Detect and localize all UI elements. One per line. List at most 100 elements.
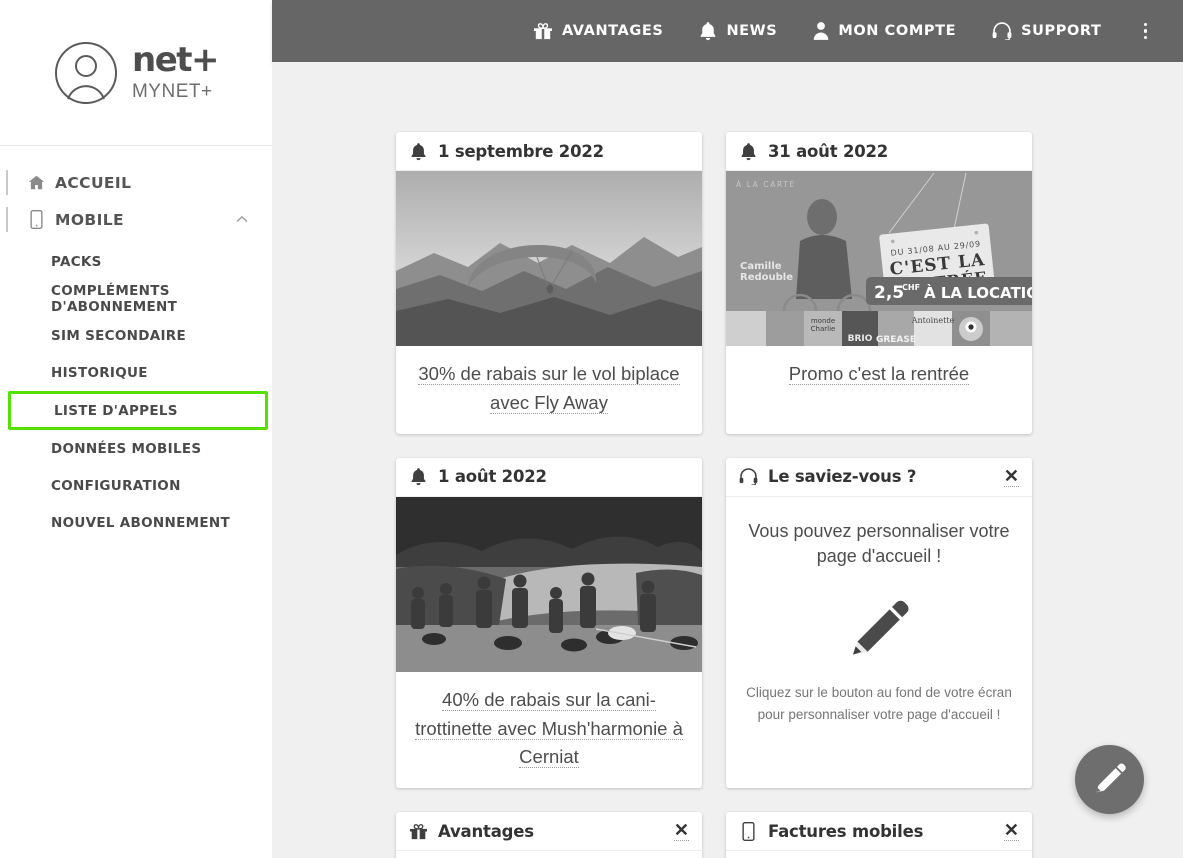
sidebar-item-liste-dappels[interactable]: LISTE D'APPELS [8, 391, 268, 430]
tip-note-text: Cliquez sur le bouton au fond de votre é… [746, 682, 1012, 726]
card-header: Avantages ✕ [396, 812, 702, 851]
header-item-mon-compte[interactable]: MON COMPTE [813, 21, 956, 41]
sidebar-label-mobile: MOBILE [55, 211, 124, 229]
card-header: 1 septembre 2022 [396, 132, 702, 171]
svg-text:À LA LOCATION: À LA LOCATION [924, 283, 1032, 302]
card-body-tip: Vous pouvez personnaliser votre page d'a… [726, 497, 1032, 746]
svg-text:Camille: Camille [740, 261, 782, 272]
bell-icon [699, 21, 717, 41]
card-news-31-aout[interactable]: 31 août 2022 À LA CARTE [726, 132, 1032, 434]
sidebar-label-historique: HISTORIQUE [51, 365, 148, 381]
cards-grid: 1 septembre 2022 [272, 62, 1032, 858]
card-news-1-septembre[interactable]: 1 septembre 2022 [396, 132, 702, 434]
sidebar-label-nouvel-abonnement: NOUVEL ABONNEMENT [51, 515, 230, 531]
sidebar-label-liste-dappels: LISTE D'APPELS [54, 403, 178, 419]
mobile-icon [739, 822, 758, 841]
close-icon[interactable]: ✕ [674, 821, 689, 841]
card-link-news-3[interactable]: 40% de rabais sur la cani-trottinette av… [415, 689, 683, 769]
brand-logo: net+ MYNET+ [0, 0, 272, 146]
pencil-icon [1094, 761, 1126, 798]
gift-icon [409, 823, 428, 840]
home-icon [28, 173, 45, 192]
card-title-le-saviez-vous: Le saviez-vous ? [768, 467, 994, 486]
svg-text:Antoinette: Antoinette [911, 316, 955, 325]
brand-title: net+ [132, 43, 218, 77]
svg-text:monde: monde [811, 317, 835, 325]
header-label-mon-compte: MON COMPTE [838, 23, 956, 39]
card-factures-mobiles[interactable]: Factures mobiles ✕ Septembre 2022 [726, 812, 1032, 858]
card-le-saviez-vous[interactable]: Le saviez-vous ? ✕ Vous pouvez personnal… [726, 458, 1032, 789]
headset-icon [739, 468, 758, 485]
sidebar-item-accueil[interactable]: ACCUEIL [0, 164, 272, 201]
card-caption-wrap: 30% de rabais sur le vol biplace avec Fl… [396, 346, 702, 434]
close-icon[interactable]: ✕ [1004, 821, 1019, 841]
bell-icon [409, 467, 428, 486]
card-avantages[interactable]: Avantages ✕ [396, 812, 702, 858]
sidebar-label-accueil: ACCUEIL [55, 174, 131, 192]
card-title-news-2: 31 août 2022 [768, 142, 1019, 161]
sidebar-item-donnees-mobiles[interactable]: DONNÉES MOBILES [0, 430, 272, 467]
sidebar-nav: ACCUEIL MOBILE PACKS [0, 146, 272, 541]
card-link-news-2[interactable]: Promo c'est la rentrée [789, 363, 969, 385]
poster-corner-text: À LA CARTE [736, 180, 796, 189]
header-item-support[interactable]: SUPPORT [992, 22, 1101, 40]
headset-icon [992, 22, 1012, 40]
bell-icon [739, 142, 758, 161]
card-body-factures: Septembre 2022 [726, 851, 1032, 858]
card-header: 31 août 2022 [726, 132, 1032, 171]
customize-page-fab[interactable] [1075, 745, 1144, 814]
card-title-factures-mobiles: Factures mobiles [768, 822, 994, 841]
card-header: 1 août 2022 [396, 458, 702, 497]
svg-text:Redouble: Redouble [740, 272, 793, 283]
svg-text:GREASE: GREASE [876, 335, 916, 345]
sidebar-item-packs[interactable]: PACKS [0, 243, 272, 280]
gift-icon [533, 22, 553, 40]
sidebar-submenu-mobile: PACKS COMPLÉMENTS D'ABONNEMENT SIM SECON… [0, 243, 272, 541]
sidebar: net+ MYNET+ ACCUEIL MOBILE [0, 0, 272, 858]
sidebar-item-nouvel-abonnement[interactable]: NOUVEL ABONNEMENT [0, 504, 272, 541]
svg-text:2,5: 2,5 [874, 283, 904, 303]
user-icon [813, 21, 829, 41]
brand-subtitle: MYNET+ [132, 81, 213, 103]
card-image-cani-trottinette [396, 497, 702, 672]
sidebar-item-mobile[interactable]: MOBILE [0, 201, 272, 238]
card-link-news-1[interactable]: 30% de rabais sur le vol biplace avec Fl… [418, 363, 679, 414]
sidebar-item-historique[interactable]: HISTORIQUE [0, 354, 272, 391]
header-label-news: NEWS [726, 23, 777, 39]
user-avatar-icon [54, 41, 118, 105]
main-content: 1 septembre 2022 [272, 62, 1183, 858]
card-news-1-aout[interactable]: 1 août 2022 [396, 458, 702, 789]
chevron-up-icon[interactable] [236, 214, 248, 226]
close-icon[interactable]: ✕ [1004, 467, 1019, 487]
card-image-paraglider [396, 171, 702, 346]
header-label-support: SUPPORT [1021, 23, 1101, 39]
card-image-rentree-promo: À LA CARTE DU 31/08 AU 29/09 C'EST LA RE… [726, 171, 1032, 346]
app-root: net+ MYNET+ ACCUEIL MOBILE [0, 0, 1183, 858]
more-vertical-icon[interactable] [1136, 17, 1156, 46]
card-header: Factures mobiles ✕ [726, 812, 1032, 851]
sidebar-label-configuration: CONFIGURATION [51, 478, 181, 494]
sidebar-item-sim-secondaire[interactable]: SIM SECONDAIRE [0, 317, 272, 354]
card-caption-wrap: Promo c'est la rentrée [726, 346, 1032, 405]
sidebar-label-donnees-mobiles: DONNÉES MOBILES [51, 441, 201, 457]
card-caption-wrap: 40% de rabais sur la cani-trottinette av… [396, 672, 702, 789]
tip-lead-text: Vous pouvez personnaliser votre page d'a… [746, 519, 1012, 570]
header-item-avantages[interactable]: AVANTAGES [533, 22, 663, 40]
sidebar-label-complements: COMPLÉMENTS D'ABONNEMENT [51, 283, 272, 315]
card-title-news-3: 1 août 2022 [438, 467, 689, 486]
svg-text:CHF: CHF [902, 283, 920, 292]
header-label-avantages: AVANTAGES [562, 23, 663, 39]
card-header: Le saviez-vous ? ✕ [726, 458, 1032, 497]
sidebar-label-sim-secondaire: SIM SECONDAIRE [51, 328, 186, 344]
bell-icon [409, 142, 428, 161]
sidebar-item-configuration[interactable]: CONFIGURATION [0, 467, 272, 504]
svg-text:Charlie: Charlie [811, 325, 836, 333]
svg-text:BRIO: BRIO [848, 334, 873, 344]
sidebar-item-complements-dabonnement[interactable]: COMPLÉMENTS D'ABONNEMENT [0, 280, 272, 317]
mobile-icon [28, 210, 45, 229]
card-body-avantages [396, 851, 702, 858]
card-title-avantages: Avantages [438, 822, 664, 841]
sidebar-label-packs: PACKS [51, 254, 102, 270]
top-header: AVANTAGES NEWS MON COMPTE [272, 0, 1183, 62]
header-item-news[interactable]: NEWS [699, 21, 777, 41]
